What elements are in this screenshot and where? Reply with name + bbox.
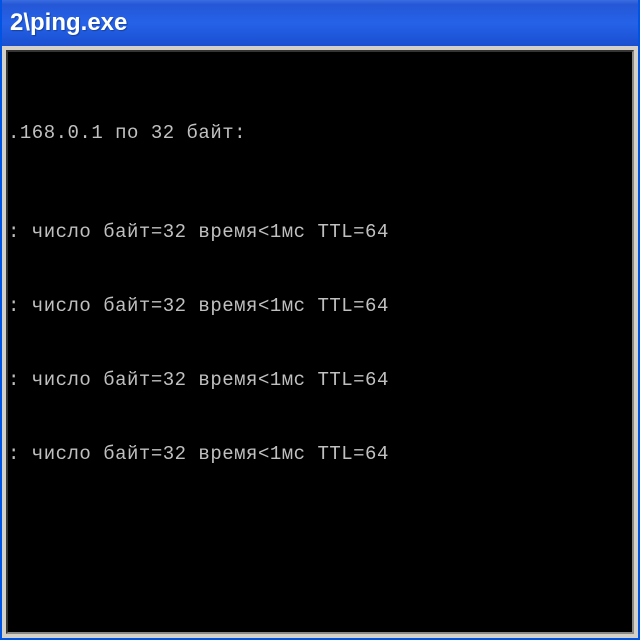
window-title: 2\ping.exe [10,9,127,37]
ping-header-line: .168.0.1 по 32 байт: [8,121,632,146]
ping-reply-line: : число байт=32 время<1мс TTL=64 [8,220,632,245]
console-output[interactable]: .168.0.1 по 32 байт: : число байт=32 вре… [6,50,634,634]
command-window: 2\ping.exe .168.0.1 по 32 байт: : число … [0,0,640,640]
titlebar[interactable]: 2\ping.exe [2,0,638,46]
ping-reply-line: : число байт=32 время<1мс TTL=64 [8,442,632,467]
console-text: .168.0.1 по 32 байт: : число байт=32 вре… [8,72,632,516]
ping-reply-line: : число байт=32 время<1мс TTL=64 [8,294,632,319]
ping-reply-line: : число байт=32 время<1мс TTL=64 [8,368,632,393]
